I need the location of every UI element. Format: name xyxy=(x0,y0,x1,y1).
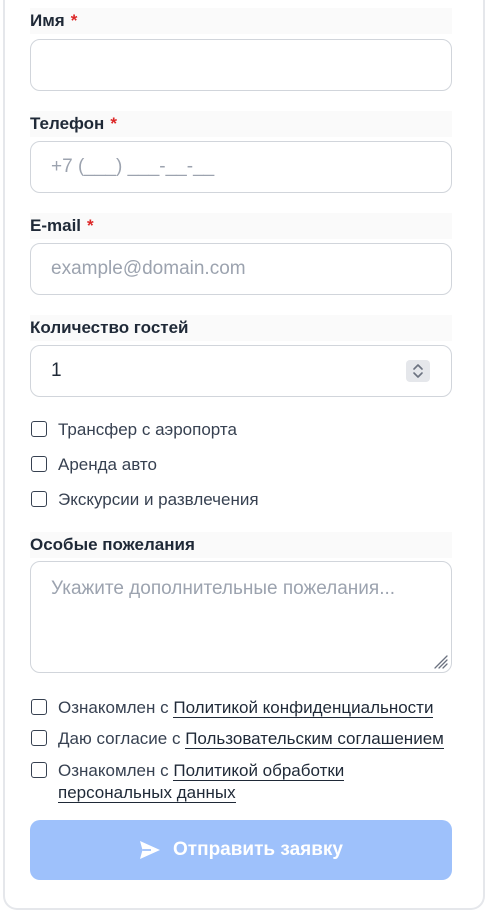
wishes-label-row: Особые пожелания xyxy=(30,532,452,558)
service-label: Трансфер с аэропорта xyxy=(58,420,237,439)
consent-prefix: Ознакомлен с xyxy=(58,698,169,717)
required-mark: * xyxy=(87,216,94,235)
wishes-textarea[interactable]: Укажите дополнительные пожелания... xyxy=(30,561,452,673)
send-icon xyxy=(140,841,161,859)
user-agreement-link[interactable]: Пользовательским соглашением xyxy=(185,729,444,749)
email-input[interactable]: example@domain.com xyxy=(30,243,452,295)
stepper-icon[interactable] xyxy=(406,360,430,382)
excursions-checkbox[interactable] xyxy=(31,491,47,507)
transfer-checkbox[interactable] xyxy=(31,421,47,437)
data-processing-policy-link[interactable]: Политикой обработки xyxy=(173,761,345,781)
name-label: Имя * xyxy=(30,11,78,30)
phone-input[interactable]: +7 (___) ___-__-__ xyxy=(30,141,452,193)
required-mark: * xyxy=(70,11,78,30)
email-label-row: E-mail * xyxy=(30,213,452,239)
name-input[interactable] xyxy=(30,39,452,91)
phone-label-row: Телефон * xyxy=(30,111,452,137)
name-label-row: Имя * xyxy=(30,8,452,34)
guests-label: Количество гостей xyxy=(30,318,189,337)
service-label: Аренда авто xyxy=(58,455,157,474)
required-mark: * xyxy=(110,114,117,133)
data-processing-policy-link-line2[interactable]: персональных данных xyxy=(58,783,236,803)
guests-label-row: Количество гостей xyxy=(30,315,452,341)
submit-label: Отправить заявку xyxy=(173,839,343,860)
consent-prefix: Даю согласие с xyxy=(58,729,181,748)
personal-data-checkbox[interactable] xyxy=(31,762,47,778)
consent-prefix: Ознакомлен с xyxy=(58,761,169,780)
guests-number-input[interactable]: 1 xyxy=(30,345,452,397)
privacy-policy-link[interactable]: Политикой конфиденциальности xyxy=(173,698,434,718)
privacy-checkbox[interactable] xyxy=(31,699,47,715)
guests-value: 1 xyxy=(51,360,62,381)
resize-handle-icon[interactable] xyxy=(432,653,448,669)
submit-button[interactable]: Отправить заявку xyxy=(30,820,452,880)
email-label: E-mail * xyxy=(30,216,94,235)
service-label: Экскурсии и развлечения xyxy=(58,490,259,509)
wishes-label: Особые пожелания xyxy=(30,535,195,554)
phone-label: Телефон * xyxy=(30,114,117,133)
terms-checkbox[interactable] xyxy=(31,730,47,746)
car-rental-checkbox[interactable] xyxy=(31,456,47,472)
wishes-placeholder: Укажите дополнительные пожелания... xyxy=(51,578,396,599)
